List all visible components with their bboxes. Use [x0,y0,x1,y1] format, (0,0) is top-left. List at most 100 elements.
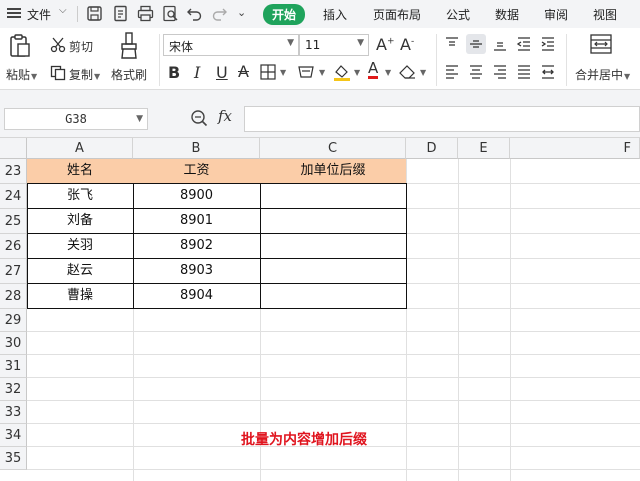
align-top-icon[interactable] [444,36,460,52]
paste-icon[interactable] [9,34,31,58]
align-bottom-icon[interactable] [492,36,508,52]
align-center-icon[interactable] [468,64,484,80]
caret-down-icon[interactable]: ▼ [385,68,391,77]
font-size-value: 11 [305,38,321,52]
merge-center-icon[interactable] [590,34,612,54]
row-header[interactable]: 24 [0,184,27,209]
increase-font-icon[interactable]: A+ [376,35,395,54]
print-icon[interactable] [137,5,154,22]
ribbon-separator [159,34,160,86]
export-pdf-icon[interactable] [112,5,129,22]
row-header[interactable]: 32 [0,378,27,401]
print-preview-icon[interactable] [162,5,179,22]
tab-insert[interactable]: 插入 [323,6,347,23]
redo-icon[interactable] [211,5,228,22]
format-painter-icon[interactable] [119,32,139,60]
caret-down-icon[interactable]: ▼ [280,68,286,77]
merge-center-button[interactable]: 合并居中▼ [575,66,630,83]
tab-review[interactable]: 审阅 [544,6,568,23]
hamburger-menu-icon[interactable] [7,6,21,20]
caret-down-icon: ▼ [287,38,294,48]
tab-home[interactable]: 开始 [263,4,306,25]
table-border [27,233,407,234]
row-header[interactable]: 31 [0,355,27,378]
caret-down-icon[interactable]: ▼ [319,68,325,77]
cut-button[interactable]: 剪切 [69,38,93,55]
tab-view[interactable]: 视图 [593,6,617,23]
row-header[interactable]: 26 [0,234,27,259]
increase-indent-icon[interactable] [540,36,556,52]
bold-icon[interactable]: B [168,63,180,82]
row-header[interactable]: 25 [0,209,27,234]
insert-function-icon[interactable]: fx [218,107,232,125]
format-painter-button[interactable]: 格式刷 [111,66,147,83]
formula-input[interactable] [244,106,640,132]
justify-icon[interactable] [516,64,532,80]
font-color-icon[interactable]: A [368,60,379,79]
tab-data[interactable]: 数据 [495,6,519,23]
strikethrough-icon[interactable]: A [238,62,249,81]
undo-icon[interactable] [186,5,203,22]
file-menu[interactable]: 文件 [27,6,51,23]
scissors-icon[interactable] [50,37,66,53]
spreadsheet-grid[interactable]: A B C D E F 23 24 25 26 27 28 29 30 31 3… [0,138,640,481]
caret-down-icon[interactable]: ▼ [420,68,426,77]
column-header-f[interactable]: F [510,138,640,159]
zoom-search-icon[interactable] [190,109,208,127]
row-header[interactable]: 33 [0,401,27,424]
ribbon-separator [566,34,567,86]
table-header-salary[interactable]: 工资 [133,159,260,183]
gridline [27,377,640,378]
ribbon-separator [436,34,437,86]
decrease-indent-icon[interactable] [516,36,532,52]
copy-label: 复制 [69,68,94,82]
tab-page-layout[interactable]: 页面布局 [373,6,421,23]
align-middle-icon[interactable] [466,34,486,54]
column-header-b[interactable]: B [133,138,260,159]
fill-color-icon[interactable] [333,63,351,81]
font-name-select[interactable]: 宋体 ▼ [163,34,299,56]
row-header[interactable]: 27 [0,259,27,284]
select-all-corner[interactable] [0,138,27,159]
row-header[interactable]: 30 [0,332,27,355]
row-header[interactable]: 29 [0,309,27,332]
align-right-icon[interactable] [492,64,508,80]
underline-icon[interactable]: U [216,63,228,82]
column-header-d[interactable]: D [406,138,458,159]
caret-down-icon: ▼ [94,72,101,81]
row-header[interactable]: 35 [0,447,27,470]
save-icon[interactable] [86,5,103,22]
column-header-e[interactable]: E [458,138,510,159]
cell-style-icon[interactable] [297,64,315,80]
copy-button[interactable]: 复制▼ [69,66,100,83]
ribbon: 粘贴▼ 剪切 复制▼ 格式刷 宋体 ▼ 11 ▼ A+ A- B I U A ▼… [0,28,640,90]
table-header-suffix[interactable]: 加单位后缀 [260,159,406,183]
align-left-icon[interactable] [444,64,460,80]
decrease-font-icon[interactable]: A- [400,35,414,54]
italic-icon[interactable]: I [194,63,200,82]
eraser-icon[interactable] [399,64,417,80]
table-border [27,208,407,209]
caret-down-icon: ▼ [357,38,364,48]
menu-separator [77,6,78,22]
column-header-a[interactable]: A [27,138,133,159]
paste-button[interactable]: 粘贴▼ [6,66,37,83]
table-border [27,283,407,284]
row-header[interactable]: 23 [0,159,27,184]
caret-down-icon[interactable]: ▼ [136,109,143,129]
row-header[interactable]: 28 [0,284,27,309]
table-outline [27,183,407,309]
customize-toolbar-icon[interactable]: ⌄ [237,6,254,23]
name-box[interactable]: G38 ▼ [4,108,148,130]
table-header-name[interactable]: 姓名 [27,159,133,183]
font-size-select[interactable]: 11 ▼ [299,34,369,56]
tab-formulas[interactable]: 公式 [446,6,470,23]
copy-icon[interactable] [50,65,66,81]
chevron-down-icon[interactable]: ⌵ [59,5,67,16]
caret-down-icon[interactable]: ▼ [354,68,360,77]
distributed-align-icon[interactable] [540,64,556,80]
borders-icon[interactable] [260,64,276,80]
column-header-c[interactable]: C [260,138,406,159]
table-border [27,258,407,259]
row-header[interactable]: 34 [0,424,27,447]
